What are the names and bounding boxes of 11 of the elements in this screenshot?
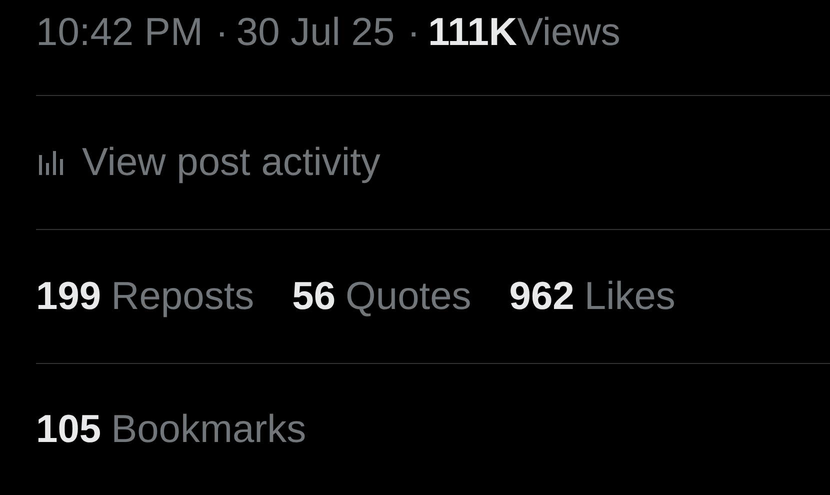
meta-text: 10:42 PM — [36, 10, 203, 54]
stat-link[interactable]: 962 Likes — [509, 274, 676, 318]
separator-dot: · — [407, 10, 420, 54]
meta-text: Views — [517, 10, 620, 54]
bookmarks-link[interactable]: 105 Bookmarks — [36, 408, 306, 452]
meta-text: 30 Jul 25 — [236, 10, 395, 54]
views-count: 111K — [428, 10, 518, 54]
separator-dot: · — [215, 10, 228, 54]
view-activity-link[interactable]: View post activity — [36, 140, 380, 184]
stat-link[interactable]: 56 Quotes — [292, 274, 472, 318]
stat-link[interactable]: 199 Reposts — [36, 274, 254, 318]
